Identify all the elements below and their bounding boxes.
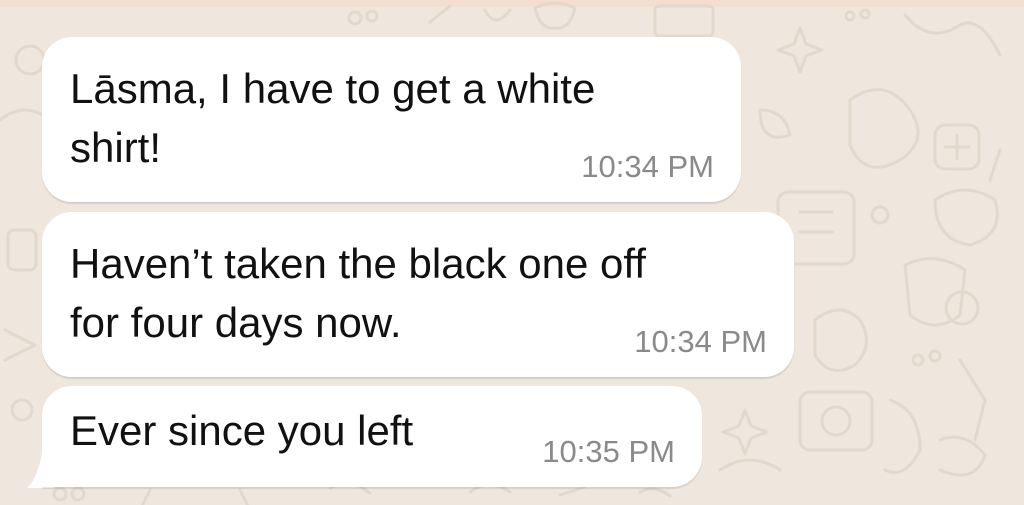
message-timestamp: 10:35 PM: [542, 434, 675, 469]
message-timestamp: 10:34 PM: [634, 324, 767, 359]
top-edge-strip: [0, 0, 1024, 7]
message-text: Haven’t taken the black one off for four …: [70, 240, 646, 346]
message-text: Ever since you left: [70, 407, 414, 454]
message-bubble[interactable]: Haven’t taken the black one off for four …: [42, 212, 794, 377]
message-bubble[interactable]: Ever since you left 10:35 PM: [42, 386, 702, 487]
message-timestamp: 10:34 PM: [581, 149, 714, 184]
message-bubble[interactable]: Lāsma, I have to get a white shirt! 10:34…: [42, 37, 741, 202]
message-text: Lāsma, I have to get a white shirt!: [70, 65, 596, 171]
